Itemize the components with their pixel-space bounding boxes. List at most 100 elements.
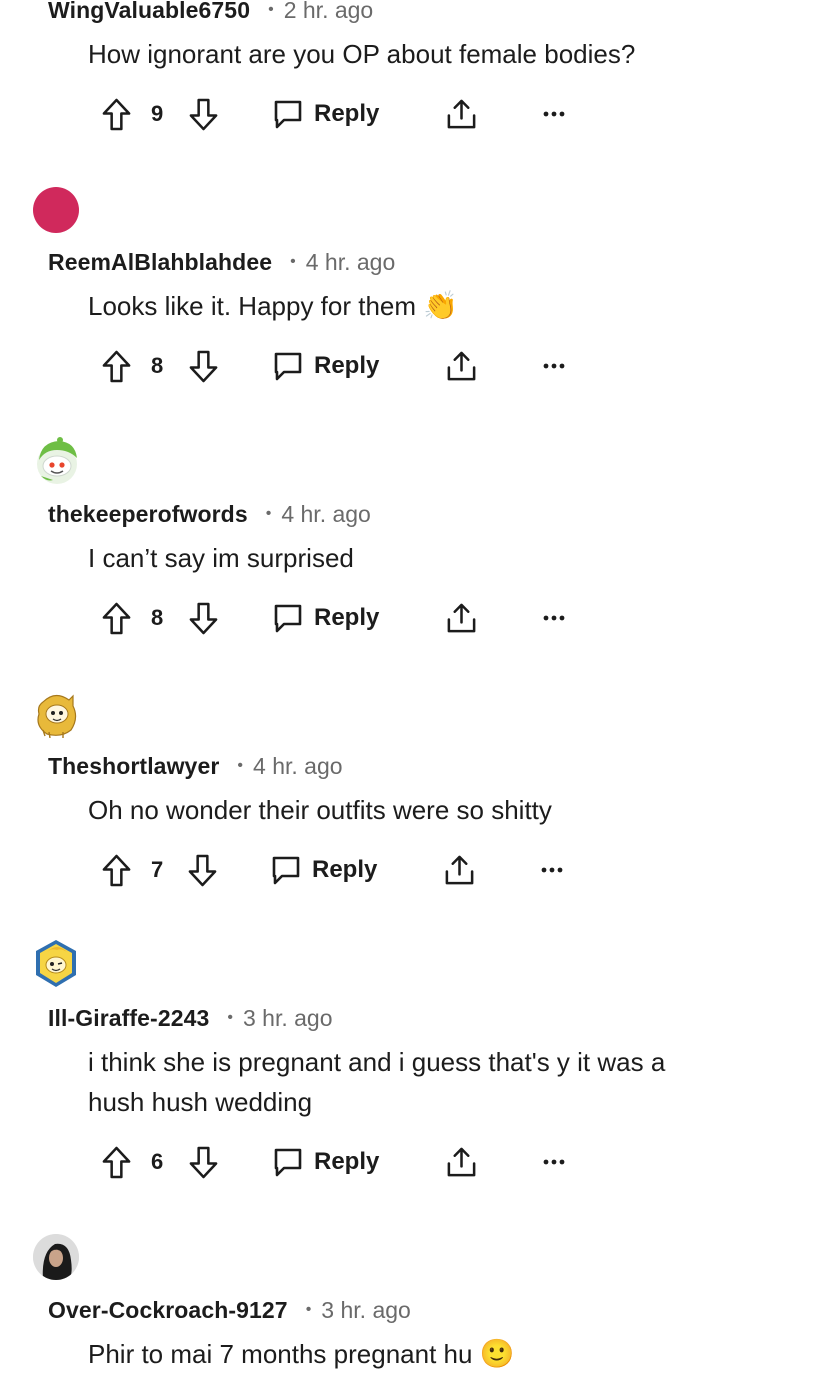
comment-meta: WingValuable6750 • 2 hr. ago xyxy=(48,0,373,25)
avatar[interactable] xyxy=(33,1234,79,1280)
reply-label: Reply xyxy=(314,352,380,379)
comment-body: Phir to mai 7 months pregnant hu 🙂 xyxy=(88,1334,788,1374)
share-icon xyxy=(445,98,478,131)
username[interactable]: Theshortlawyer xyxy=(48,753,219,780)
more-icon xyxy=(541,867,563,873)
timestamp: 4 hr. ago xyxy=(253,752,343,779)
meta-separator: • xyxy=(237,757,244,774)
comment-actions: 6 Reply xyxy=(0,1142,828,1182)
comment-body: I can’t say im surprised xyxy=(88,543,354,573)
upvote-button[interactable] xyxy=(101,346,132,386)
vote-count: 9 xyxy=(151,101,164,126)
comment-meta: thekeeperofwords • 4 hr. ago xyxy=(48,499,371,529)
timestamp: 4 hr. ago xyxy=(281,500,371,527)
share-button[interactable] xyxy=(445,1142,478,1182)
comment-actions: 7 Reply xyxy=(0,850,828,890)
upvote-icon xyxy=(101,601,132,636)
vote-count: 8 xyxy=(151,353,164,378)
vote-count: 7 xyxy=(151,857,164,882)
smiley-emoji: 🙂 xyxy=(479,1338,515,1369)
clapping-emoji: 👏 xyxy=(423,290,459,321)
username[interactable]: ReemAlBlahblahdee xyxy=(48,249,272,276)
downvote-button[interactable] xyxy=(187,850,218,890)
avatar[interactable] xyxy=(33,938,79,987)
more-options-button[interactable] xyxy=(543,346,565,386)
username[interactable]: Over-Cockroach-9127 xyxy=(48,1297,288,1324)
comment-actions: 8 Reply xyxy=(0,346,828,386)
comment-meta: Over-Cockroach-9127 • 3 hr. ago xyxy=(48,1295,411,1325)
reply-icon xyxy=(272,602,304,634)
share-button[interactable] xyxy=(445,346,478,386)
comment-text-line: i think she is pregnant and i guess that… xyxy=(88,1047,666,1077)
reply-label: Reply xyxy=(314,604,380,631)
more-icon xyxy=(543,1159,565,1165)
comment-body: i think she is pregnant and i guess that… xyxy=(88,1042,788,1122)
timestamp: 2 hr. ago xyxy=(283,0,374,23)
share-button[interactable] xyxy=(443,850,476,890)
share-button[interactable] xyxy=(445,598,478,638)
share-icon xyxy=(445,350,478,383)
downvote-button[interactable] xyxy=(188,346,219,386)
username[interactable]: Ill-Giraffe-2243 xyxy=(48,1005,209,1032)
downvote-button[interactable] xyxy=(188,1142,219,1182)
profile-photo-icon xyxy=(33,1234,79,1280)
downvote-icon xyxy=(188,349,219,384)
avatar[interactable] xyxy=(33,688,79,738)
more-options-button[interactable] xyxy=(543,598,565,638)
timestamp: 4 hr. ago xyxy=(305,248,396,275)
username[interactable]: thekeeperofwords xyxy=(48,501,248,528)
comment-meta: Theshortlawyer • 4 hr. ago xyxy=(48,751,343,781)
upvote-icon xyxy=(101,1145,132,1180)
snoo-avatar-icon xyxy=(37,694,77,738)
downvote-icon xyxy=(188,1145,219,1180)
share-icon xyxy=(445,602,478,635)
avatar[interactable] xyxy=(33,436,79,484)
upvote-icon xyxy=(101,349,132,384)
reply-button[interactable]: Reply xyxy=(272,1142,379,1182)
comment-body: Looks like it. Happy for them 👏 xyxy=(88,286,788,326)
reply-icon xyxy=(272,1146,304,1178)
meta-separator: • xyxy=(290,253,296,270)
avatar[interactable] xyxy=(33,187,79,233)
upvote-button[interactable] xyxy=(101,850,132,890)
downvote-button[interactable] xyxy=(188,598,219,638)
upvote-button[interactable] xyxy=(101,94,132,134)
more-options-button[interactable] xyxy=(543,94,565,134)
more-options-button[interactable] xyxy=(543,1142,565,1182)
reply-icon xyxy=(272,98,304,130)
meta-separator: • xyxy=(268,1,274,18)
vote-count: 8 xyxy=(151,605,164,630)
upvote-button[interactable] xyxy=(101,1142,132,1182)
snoo-avatar-icon xyxy=(36,940,76,987)
reply-button[interactable]: Reply xyxy=(272,346,379,386)
comment-text: Looks like it. Happy for them xyxy=(88,291,417,321)
downvote-button[interactable] xyxy=(188,94,219,134)
downvote-icon xyxy=(188,97,219,132)
reply-label: Reply xyxy=(312,856,378,883)
reply-button[interactable]: Reply xyxy=(270,850,377,890)
comment-body: How ignorant are you OP about female bod… xyxy=(88,39,636,69)
comment-meta: ReemAlBlahblahdee • 4 hr. ago xyxy=(48,247,395,277)
comment-text-line: hush hush wedding xyxy=(88,1087,313,1117)
share-button[interactable] xyxy=(445,94,478,134)
more-icon xyxy=(543,615,565,621)
reply-button[interactable]: Reply xyxy=(272,598,379,638)
comment-actions: 9 Reply xyxy=(0,94,828,134)
more-icon xyxy=(543,111,565,117)
comment-meta: Ill-Giraffe-2243 • 3 hr. ago xyxy=(48,1003,333,1033)
meta-separator: • xyxy=(265,505,272,522)
comment-text: Phir to mai 7 months pregnant hu xyxy=(88,1339,473,1369)
username[interactable]: WingValuable6750 xyxy=(48,0,250,24)
downvote-icon xyxy=(188,601,219,636)
more-options-button[interactable] xyxy=(541,850,563,890)
upvote-button[interactable] xyxy=(101,598,132,638)
upvote-icon xyxy=(101,853,132,888)
downvote-icon xyxy=(187,853,218,888)
reply-button[interactable]: Reply xyxy=(272,94,379,134)
meta-separator: • xyxy=(305,1301,312,1318)
timestamp: 3 hr. ago xyxy=(243,1004,333,1031)
more-icon xyxy=(543,363,565,369)
meta-separator: • xyxy=(227,1009,233,1026)
share-icon xyxy=(445,1146,478,1179)
reply-icon xyxy=(270,854,302,886)
